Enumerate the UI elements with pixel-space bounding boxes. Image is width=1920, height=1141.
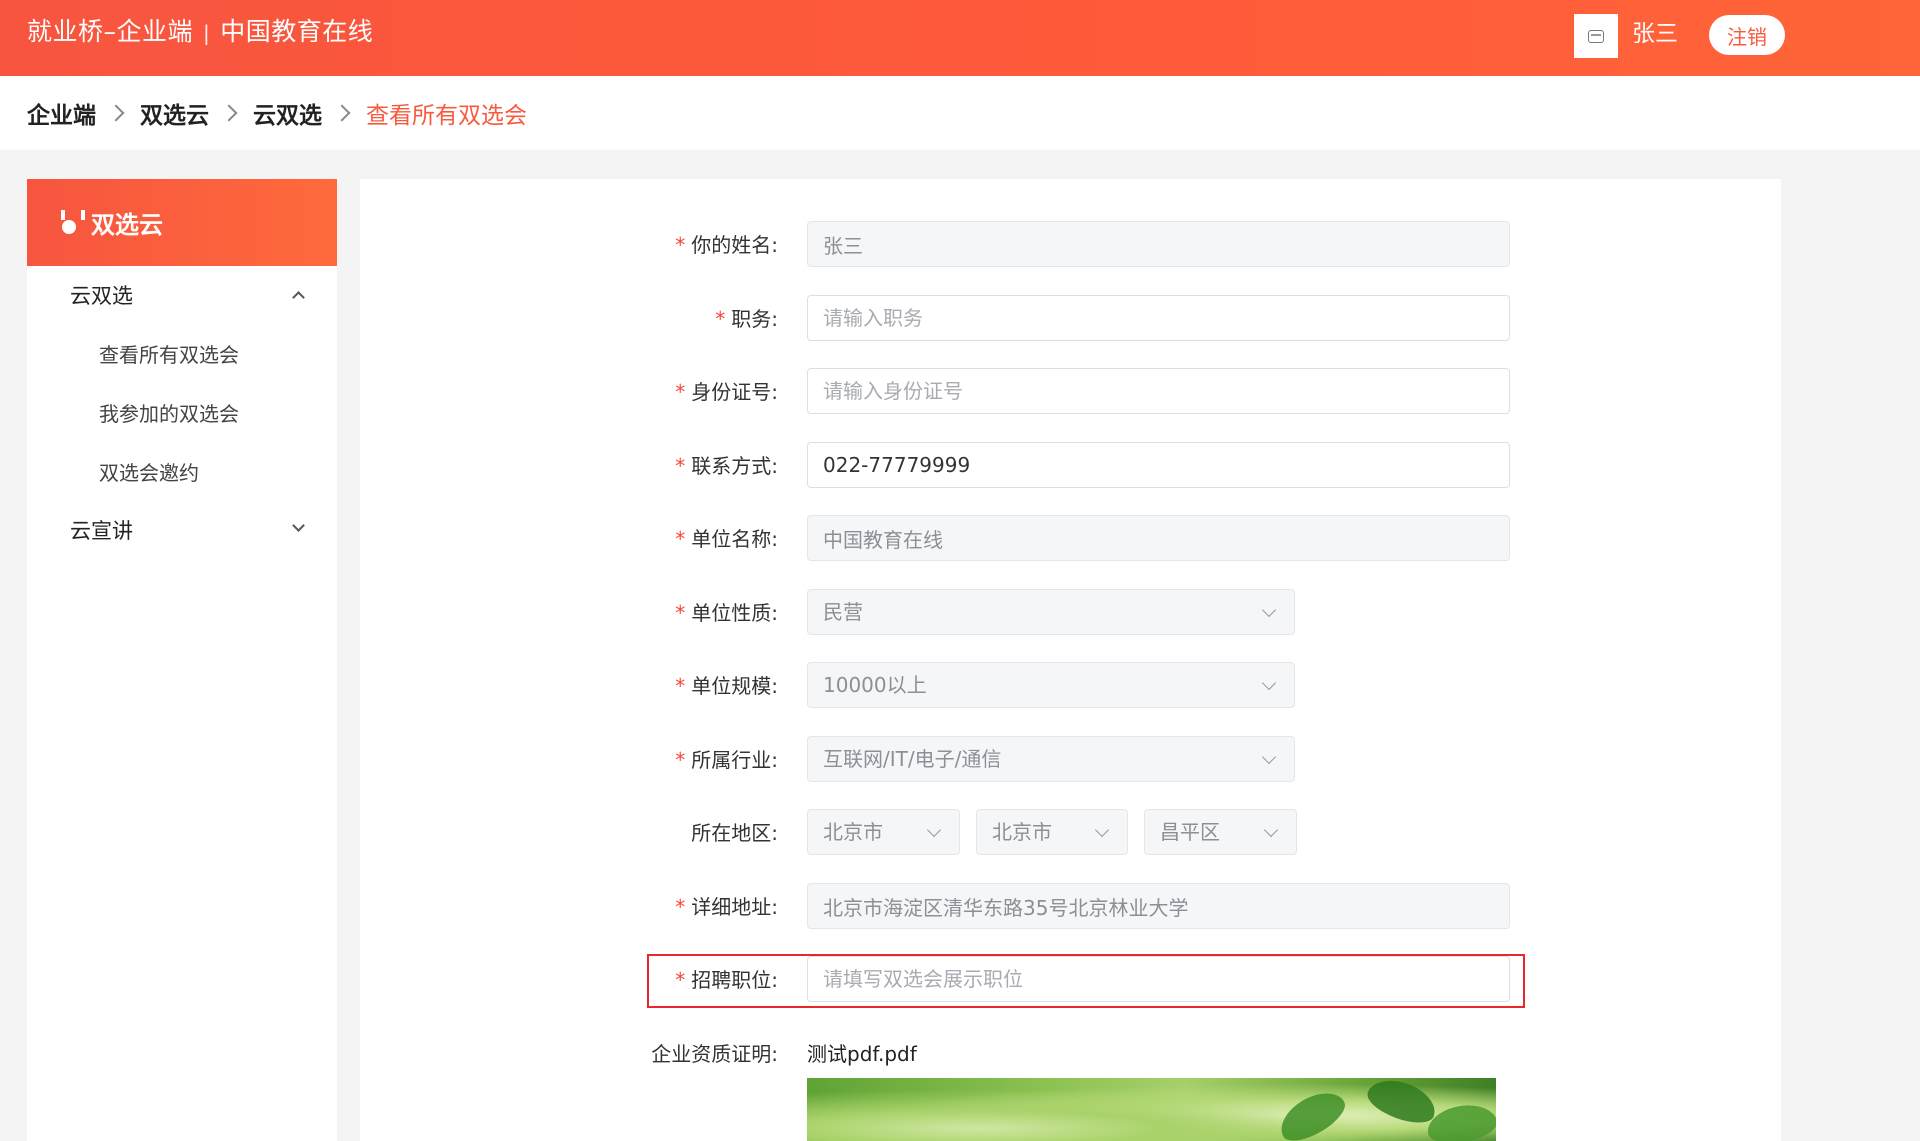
select-value: 北京市 (992, 820, 1052, 844)
brand-separator: | (203, 21, 211, 45)
field-label: * 招聘职位: (675, 968, 778, 992)
form-row-name: * 你的姓名: (360, 221, 1781, 269)
id-number-field[interactable] (807, 368, 1510, 414)
field-label: * 身份证号: (675, 380, 778, 404)
leaf-shape (1272, 1082, 1352, 1141)
breadcrumb-item-enterprise[interactable]: 企业端 (27, 96, 96, 130)
avatar-icon (1588, 29, 1604, 43)
form-row-address: * 详细地址: (360, 883, 1781, 931)
name-field[interactable] (807, 221, 1510, 267)
form-row-recruit-position: * 招聘职位: (360, 956, 1781, 1004)
province-select[interactable]: 北京市 (807, 809, 960, 855)
chevron-up-icon (292, 291, 305, 304)
position-field[interactable] (807, 295, 1510, 341)
select-value: 民营 (823, 600, 863, 624)
sidebar-title: 双选云 (91, 211, 163, 239)
company-type-select[interactable]: 民营 (807, 589, 1295, 635)
field-label: 所在地区: (691, 821, 778, 845)
form-row-contact: * 联系方式: (360, 442, 1781, 490)
chevron-down-icon (292, 519, 305, 532)
company-name-field[interactable] (807, 515, 1510, 561)
district-select[interactable]: 昌平区 (1144, 809, 1297, 855)
form-row-certificate: 企业资质证明: 测试pdf.pdf (360, 1030, 1781, 1078)
main-panel: *你的姓名: *职务: *身份证号: *联系方式: *单位名称: *单位性质: … (360, 179, 1781, 1141)
field-label: * 职务: (715, 307, 778, 331)
form-row-industry: * 所属行业: 互联网/IT/电子/通信 (360, 736, 1781, 784)
sidebar-item-all-fairs[interactable]: 查看所有双选会 (27, 324, 337, 383)
breadcrumb-bar: 企业端 双选云 云双选 查看所有双选会 (0, 76, 1920, 150)
select-value: 昌平区 (1160, 820, 1220, 844)
brand-title: 就业桥–企业端 | 中国教育在线 (27, 0, 373, 64)
field-label: * 所属行业: (675, 748, 778, 772)
certificate-filename[interactable]: 测试pdf.pdf (807, 1030, 917, 1078)
medal-icon (59, 209, 85, 236)
form-row-region: 所在地区: 北京市 北京市 昌平区 (360, 809, 1781, 857)
field-label: * 详细地址: (675, 895, 778, 919)
contact-field[interactable] (807, 442, 1510, 488)
form-row-company-size: * 单位规模: 10000以上 (360, 662, 1781, 710)
select-value: 互联网/IT/电子/通信 (823, 747, 1002, 771)
field-label: 企业资质证明: (651, 1042, 778, 1066)
recruit-position-field[interactable] (807, 956, 1510, 1002)
sidebar-group-label: 云双选 (70, 284, 133, 308)
certificate-preview-image[interactable] (807, 1078, 1496, 1141)
chevron-right-icon (107, 104, 125, 122)
address-field[interactable] (807, 883, 1510, 929)
breadcrumb-item-current: 查看所有双选会 (366, 103, 527, 129)
breadcrumb-item-yunshuangxuan[interactable]: 云双选 (253, 96, 322, 130)
field-label: * 单位规模: (675, 674, 778, 698)
sidebar-item-fair-invitations[interactable]: 双选会邀约 (27, 442, 337, 501)
username: 张三 (1632, 21, 1678, 47)
leaf-shape (1424, 1100, 1496, 1141)
breadcrumb-item-shuangxuanyun[interactable]: 双选云 (140, 96, 209, 130)
city-select[interactable]: 北京市 (976, 809, 1128, 855)
org-name: 中国教育在线 (220, 17, 374, 46)
logout-button[interactable]: 注销 (1709, 15, 1785, 55)
breadcrumb: 企业端 双选云 云双选 查看所有双选会 (27, 76, 527, 150)
form-row-id-number: * 身份证号: (360, 368, 1781, 416)
chevron-right-icon (333, 104, 351, 122)
sidebar: 双选云 云双选 查看所有双选会 我参加的双选会 双选会邀约 云宣讲 (27, 179, 337, 1141)
sidebar-group-label: 云宣讲 (70, 519, 133, 543)
sidebar-header: 双选云 (27, 179, 337, 266)
field-label: * 单位性质: (675, 601, 778, 625)
sidebar-group-yunshuangxuan[interactable]: 云双选 (27, 266, 337, 324)
brand-name: 就业桥–企业端 (27, 17, 194, 46)
form-row-company-type: * 单位性质: 民营 (360, 589, 1781, 637)
select-value: 北京市 (823, 820, 883, 844)
field-label: * 你的姓名: (675, 233, 778, 257)
chevron-right-icon (220, 104, 238, 122)
company-size-select[interactable]: 10000以上 (807, 662, 1295, 708)
industry-select[interactable]: 互联网/IT/电子/通信 (807, 736, 1295, 782)
form-row-position: * 职务: (360, 295, 1781, 343)
top-header: 就业桥–企业端 | 中国教育在线 张三 注销 (0, 0, 1920, 76)
avatar[interactable] (1574, 14, 1618, 58)
sidebar-group-yunxuanjiang[interactable]: 云宣讲 (27, 501, 337, 559)
select-value: 10000以上 (823, 673, 927, 697)
form-row-company-name: * 单位名称: (360, 515, 1781, 563)
sidebar-item-my-fairs[interactable]: 我参加的双选会 (27, 383, 337, 442)
field-label: * 联系方式: (675, 454, 778, 478)
field-label: * 单位名称: (675, 527, 778, 551)
